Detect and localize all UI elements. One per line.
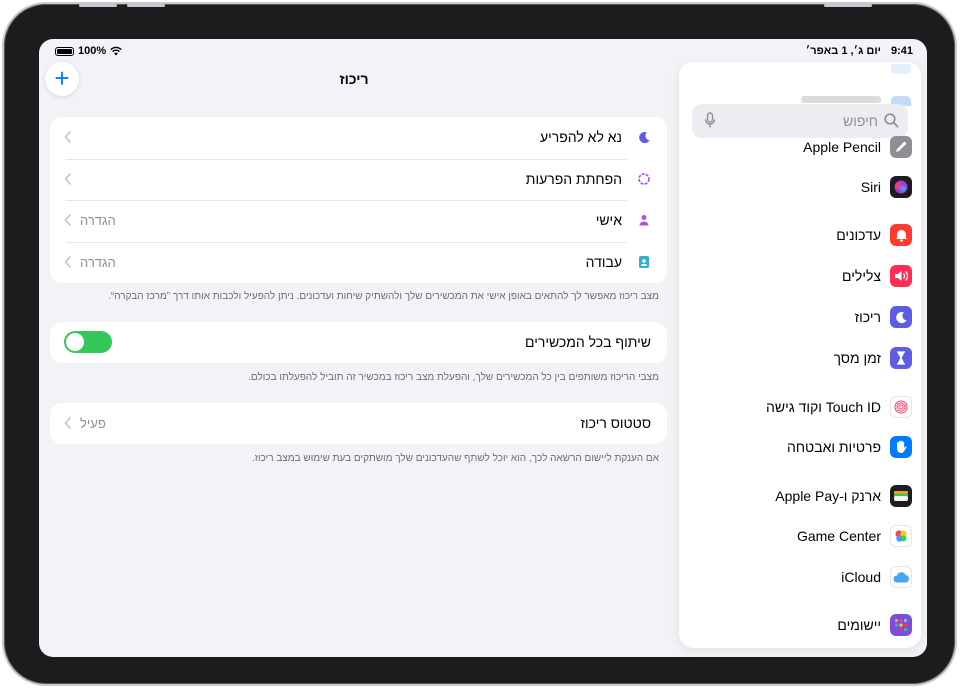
focus-row-work[interactable]: עבודה הגדרה — [50, 241, 667, 284]
sidebar-item-label: יישומים — [837, 617, 881, 633]
fingerprint-icon — [890, 396, 912, 418]
wifi-icon — [110, 46, 122, 56]
status-time: 9:41 — [890, 45, 913, 57]
status-right: 9:41 יום ג׳, 1 באפר׳ — [806, 45, 913, 57]
top-button — [824, 4, 872, 7]
scrolled-items — [679, 62, 921, 106]
cloud-icon — [890, 566, 912, 588]
focus-status-group: סטטוס ריכוז פעיל — [50, 403, 667, 444]
status-date: יום ג׳, 1 באפר׳ — [805, 45, 881, 57]
siri-icon — [890, 176, 912, 198]
focus-status-value: פעיל — [80, 416, 106, 431]
share-toggle[interactable] — [64, 331, 112, 353]
sidebar-item-touch-id[interactable]: Touch ID וקוד גישה — [679, 392, 921, 422]
sidebar-item-label: זמן מסך — [833, 350, 881, 366]
moon-icon — [637, 130, 651, 144]
focus-status-label: סטטוס ריכוז — [580, 415, 651, 431]
add-focus-button[interactable]: + — [45, 62, 79, 96]
focus-status-row[interactable]: סטטוס ריכוז פעיל — [50, 403, 667, 444]
sidebar-item-apple-pencil[interactable]: Apple Pencil — [679, 132, 921, 162]
sidebar-item-focus[interactable]: ריכוז — [679, 302, 921, 332]
sidebar-item-label: פרטיות ואבטחה — [786, 439, 881, 455]
focus-row-label: הפחתת הפרעות — [525, 170, 622, 187]
pencil-icon — [890, 136, 912, 158]
sidebar-item-label: Touch ID וקוד גישה — [766, 399, 881, 415]
share-label: שיתוף בכל המכשירים — [525, 334, 651, 350]
focus-row-reduce-interruptions[interactable]: הפחתת הפרעות — [50, 158, 667, 201]
chevron-left-icon — [64, 213, 72, 227]
game-center-icon — [890, 525, 912, 547]
chevron-left-icon — [64, 416, 72, 430]
battery-percent: 100% — [78, 45, 107, 57]
focus-row-label: נא לא להפריע — [539, 129, 622, 145]
focus-status-footnote: אם הענקת ליישום הרשאה לכך, הוא יוכל לשתף… — [251, 453, 659, 464]
page-title: ריכוז — [339, 71, 369, 87]
sidebar-item-label: Siri — [860, 179, 881, 195]
share-footnote: מצבי הריכוז משותפים בין כל המכשירים שלך,… — [248, 372, 659, 383]
wallet-icon — [890, 485, 912, 507]
focus-modes-list: נא לא להפריע הפחתת הפרעות אישי הגדרה עבו… — [50, 117, 667, 283]
search-icon — [884, 113, 899, 128]
share-across-devices-row: שיתוף בכל המכשירים — [50, 322, 667, 363]
app-icon — [891, 64, 911, 74]
bell-icon — [890, 224, 912, 246]
status-left: 100% — [55, 45, 122, 57]
apps-grid-icon — [890, 614, 912, 636]
chevron-left-icon — [64, 255, 72, 268]
chevron-left-icon — [64, 130, 72, 144]
hand-icon — [890, 436, 912, 458]
sidebar-item-icloud[interactable]: iCloud — [679, 562, 921, 592]
sidebar-item-siri[interactable]: Siri — [679, 172, 921, 202]
sidebar-item-label: Apple Pencil — [803, 139, 881, 155]
chevron-left-icon — [64, 172, 72, 185]
sidebar-item-label: עדכונים — [836, 227, 881, 243]
volume-button — [127, 4, 165, 7]
screen: 100% 9:41 יום ג׳, 1 באפר׳ + ריכוז נא לא … — [39, 39, 927, 657]
ipad-frame: 100% 9:41 יום ג׳, 1 באפר׳ + ריכוז נא לא … — [2, 2, 957, 686]
sidebar-item-sounds[interactable]: צלילים — [679, 261, 921, 291]
sidebar-item-wallet[interactable]: ארנק ו-Apple Pay — [679, 481, 921, 511]
speaker-icon — [890, 265, 912, 287]
volume-button — [79, 4, 117, 7]
person-icon — [637, 213, 651, 227]
sidebar-item-screen-time[interactable]: זמן מסך — [679, 343, 921, 373]
focus-row-value: הגדרה — [80, 254, 116, 270]
search-placeholder: חיפוש — [843, 113, 878, 129]
battery-icon — [55, 46, 74, 56]
microphone-icon[interactable] — [704, 112, 716, 129]
sidebar-item-game-center[interactable]: Game Center — [679, 521, 921, 551]
moon-icon — [890, 306, 912, 328]
faded-label — [801, 96, 881, 103]
sidebar-item-privacy[interactable]: פרטיות ואבטחה — [679, 432, 921, 462]
badge-icon — [637, 255, 651, 269]
focus-modes-footnote: מצב ריכוז מאפשר לך להתאים באופן אישי את … — [108, 291, 659, 302]
sidebar-item-label: צלילים — [842, 268, 881, 284]
sidebar-item-label: ארנק ו-Apple Pay — [775, 488, 881, 504]
status-bar: 100% 9:41 יום ג׳, 1 באפר׳ — [39, 45, 927, 59]
sidebar-item-label: iCloud — [841, 569, 881, 585]
focus-row-do-not-disturb[interactable]: נא לא להפריע — [50, 117, 667, 159]
settings-sidebar: חיפוש Apple Pencil Siri עדכונים צלילים ר… — [679, 62, 921, 648]
focus-row-personal[interactable]: אישי הגדרה — [50, 200, 667, 242]
focus-row-value: הגדרה — [80, 213, 116, 228]
share-across-devices-group: שיתוף בכל המכשירים — [50, 322, 667, 363]
focus-row-label: עבודה — [585, 253, 622, 270]
focus-row-label: אישי — [595, 212, 622, 228]
sidebar-item-apps[interactable]: יישומים — [679, 610, 921, 640]
sidebar-item-notifications[interactable]: עדכונים — [679, 220, 921, 250]
sidebar-item-label: Game Center — [796, 528, 881, 544]
sidebar-item-label: ריכוז — [854, 309, 881, 325]
flower-icon — [637, 172, 651, 186]
hourglass-icon — [890, 347, 912, 369]
